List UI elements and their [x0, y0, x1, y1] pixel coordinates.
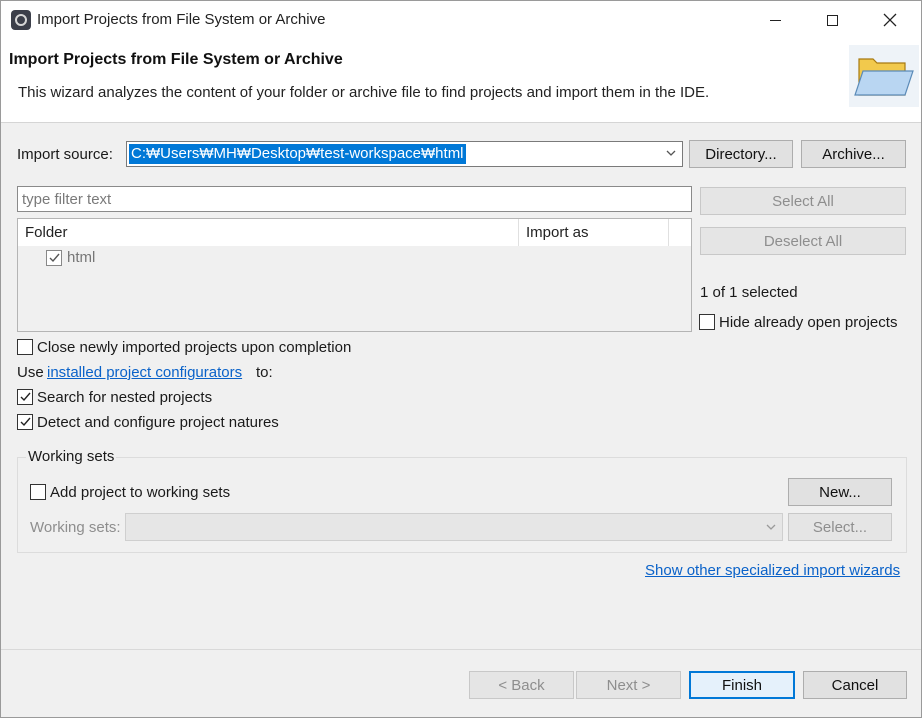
search-nested-checkbox[interactable]	[17, 389, 33, 405]
use-suffix-text: to:	[256, 364, 273, 381]
footer-divider	[1, 649, 921, 650]
close-icon	[883, 13, 897, 27]
search-nested-label[interactable]: Search for nested projects	[37, 389, 212, 406]
chevron-down-icon[interactable]	[764, 520, 778, 534]
checkmark-icon	[20, 392, 31, 402]
back-button[interactable]: < Back	[469, 671, 574, 699]
detect-natures-label[interactable]: Detect and configure project natures	[37, 414, 279, 431]
working-sets-title: Working sets	[26, 448, 117, 465]
row-folder-name: html	[67, 249, 96, 266]
chevron-down-icon[interactable]	[664, 146, 678, 160]
open-folder-icon	[849, 45, 919, 107]
wizard-description: This wizard analyzes the content of your…	[18, 84, 710, 101]
minimize-icon	[769, 19, 781, 21]
import-source-label: Import source:	[17, 146, 113, 163]
table-row[interactable]: html	[18, 246, 691, 270]
use-prefix-text: Use	[17, 364, 44, 381]
title-bar: Import Projects from File System or Arch…	[1, 1, 921, 39]
installed-configurators-link[interactable]: installed project configurators	[47, 364, 242, 381]
maximize-icon	[826, 14, 838, 26]
select-all-button[interactable]: Select All	[700, 187, 906, 215]
close-imported-label[interactable]: Close newly imported projects upon compl…	[37, 339, 351, 356]
maximize-button[interactable]	[804, 1, 860, 39]
filter-input[interactable]	[18, 187, 691, 211]
select-working-sets-button[interactable]: Select...	[788, 513, 892, 541]
hide-open-projects-checkbox[interactable]	[699, 314, 715, 330]
wizard-header: Import Projects from File System or Arch…	[1, 39, 921, 123]
column-header-folder[interactable]: Folder	[18, 219, 519, 246]
selected-count: 1 of 1 selected	[700, 284, 798, 301]
projects-table[interactable]: Folder Import as html	[17, 218, 692, 332]
new-working-set-button[interactable]: New...	[788, 478, 892, 506]
cancel-button[interactable]: Cancel	[803, 671, 907, 699]
working-sets-combo[interactable]	[125, 513, 783, 541]
row-checkbox[interactable]	[46, 250, 62, 266]
filter-field[interactable]	[17, 186, 692, 212]
checkmark-icon	[20, 417, 31, 427]
add-to-working-sets-checkbox[interactable]	[30, 484, 46, 500]
import-wizard-window: Import Projects from File System or Arch…	[0, 0, 922, 718]
archive-button[interactable]: Archive...	[801, 140, 906, 168]
working-sets-label: Working sets:	[30, 519, 121, 536]
import-source-value[interactable]: C:₩Users₩MH₩Desktop₩test-workspace₩html	[129, 144, 466, 164]
hide-open-projects-label[interactable]: Hide already open projects	[719, 314, 897, 331]
eclipse-app-icon	[11, 10, 31, 30]
column-header-import-as[interactable]: Import as	[519, 219, 669, 246]
minimize-button[interactable]	[747, 1, 803, 39]
detect-natures-checkbox[interactable]	[17, 414, 33, 430]
finish-button[interactable]: Finish	[689, 671, 795, 699]
directory-button[interactable]: Directory...	[689, 140, 793, 168]
other-import-wizards-link[interactable]: Show other specialized import wizards	[645, 562, 900, 579]
add-to-working-sets-label[interactable]: Add project to working sets	[50, 484, 230, 501]
wizard-title: Import Projects from File System or Arch…	[9, 51, 343, 68]
window-title: Import Projects from File System or Arch…	[37, 11, 326, 28]
import-source-combo[interactable]: C:₩Users₩MH₩Desktop₩test-workspace₩html	[126, 141, 683, 167]
close-window-button[interactable]	[862, 1, 918, 39]
deselect-all-button[interactable]: Deselect All	[700, 227, 906, 255]
next-button[interactable]: Next >	[576, 671, 681, 699]
table-header: Folder Import as	[18, 219, 691, 246]
checkmark-icon	[49, 253, 60, 263]
close-imported-checkbox[interactable]	[17, 339, 33, 355]
